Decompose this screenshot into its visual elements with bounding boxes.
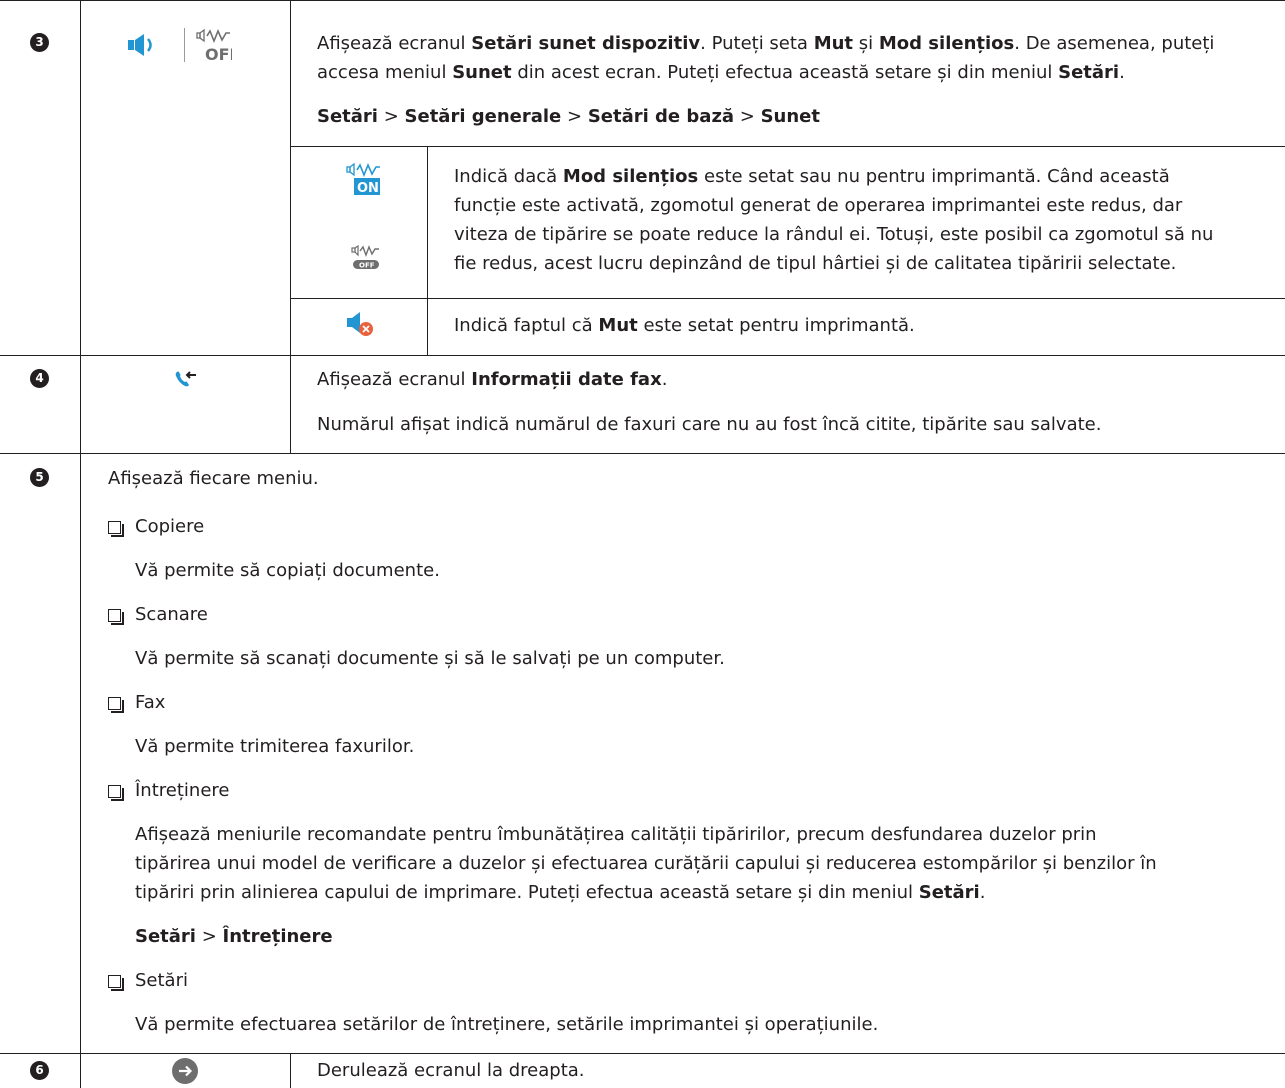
row-divider: [0, 355, 1285, 356]
col-divider: [290, 355, 291, 453]
checkbox-bullet: [108, 697, 124, 713]
scroll-right-icon: [172, 1058, 198, 1084]
menu-item-label: Setări: [135, 970, 188, 991]
row3-description-line2: accesa meniul Sunet din acest ecran. Put…: [317, 62, 1125, 83]
silent-mode-off-icon: OFF: [196, 28, 232, 62]
menu-item-description: Vă permite să copiați documente.: [135, 560, 440, 581]
row3-menu-path: Setări > Setări generale > Setări de baz…: [317, 106, 820, 127]
silent-mode-description-line1: Indică dacă Mod silențios este setat sau…: [454, 166, 1170, 187]
subtable-border: [290, 298, 1285, 299]
maintenance-description-line1: Afișează meniurile recomandate pentru îm…: [135, 824, 1097, 845]
menu-item-description: Vă permite trimiterea faxurilor.: [135, 736, 415, 757]
menu-item-label: Fax: [135, 692, 166, 713]
col-divider: [290, 1053, 291, 1088]
mute-icon: [347, 312, 373, 336]
col-divider: [80, 0, 81, 1088]
silent-mode-description-line3: viteza de tipărire se poate reduce la râ…: [454, 224, 1214, 245]
menu-item-label: Întreținere: [135, 780, 230, 801]
row4-description-line1: Afișează ecranul Informații date fax.: [317, 369, 668, 390]
fax-info-icon: [175, 371, 196, 387]
row-number: 3: [30, 33, 49, 52]
maintenance-description-line2: tipărirea unui model de verificare a duz…: [135, 853, 1157, 874]
row4-description-line2: Numărul afișat indică numărul de faxuri …: [317, 414, 1102, 435]
icon-separator: [184, 28, 185, 62]
silent-mode-description-line4: fie redus, acest lucru depinzând de tipu…: [454, 253, 1177, 274]
table-border: [0, 0, 1285, 1]
row-divider: [0, 453, 1285, 454]
subtable-divider: [427, 146, 428, 355]
row-divider: [0, 1053, 1285, 1054]
menu-item-label: Scanare: [135, 604, 208, 625]
menu-item-label: Copiere: [135, 516, 205, 537]
maintenance-menu-path: Setări > Întreținere: [135, 926, 333, 947]
subtable-border: [290, 146, 1285, 147]
menu-item-description: Vă permite să scanați documente și să le…: [135, 648, 725, 669]
checkbox-bullet: [108, 521, 124, 537]
row5-intro: Afișează fiecare meniu.: [108, 468, 319, 489]
row3-description-line1: Afișează ecranul Setări sunet dispozitiv…: [317, 33, 1215, 54]
checkbox-bullet: [108, 975, 124, 991]
row-number: 4: [30, 369, 49, 388]
row-number: 5: [30, 468, 49, 487]
menu-item-description: Vă permite efectuarea setărilor de între…: [135, 1014, 879, 1035]
mute-description: Indică faptul că Mut este setat pentru i…: [454, 315, 915, 336]
svg-text:OFF: OFF: [205, 45, 232, 62]
speaker-icon: [128, 34, 152, 56]
silent-mode-on-icon: ON: [346, 162, 380, 196]
checkbox-bullet: [108, 785, 124, 801]
row6-description: Derulează ecranul la dreapta.: [317, 1060, 585, 1081]
row-number: 6: [30, 1061, 49, 1080]
silent-mode-off-icon: OFF: [351, 244, 379, 270]
checkbox-bullet: [108, 609, 124, 625]
col-divider: [290, 0, 291, 355]
svg-text:OFF: OFF: [359, 262, 375, 270]
maintenance-description-line3: tipăriri prin alinierea capului de impri…: [135, 882, 986, 903]
silent-mode-description-line2: funcție este activată, zgomotul generat …: [454, 195, 1183, 216]
svg-text:ON: ON: [357, 181, 379, 196]
